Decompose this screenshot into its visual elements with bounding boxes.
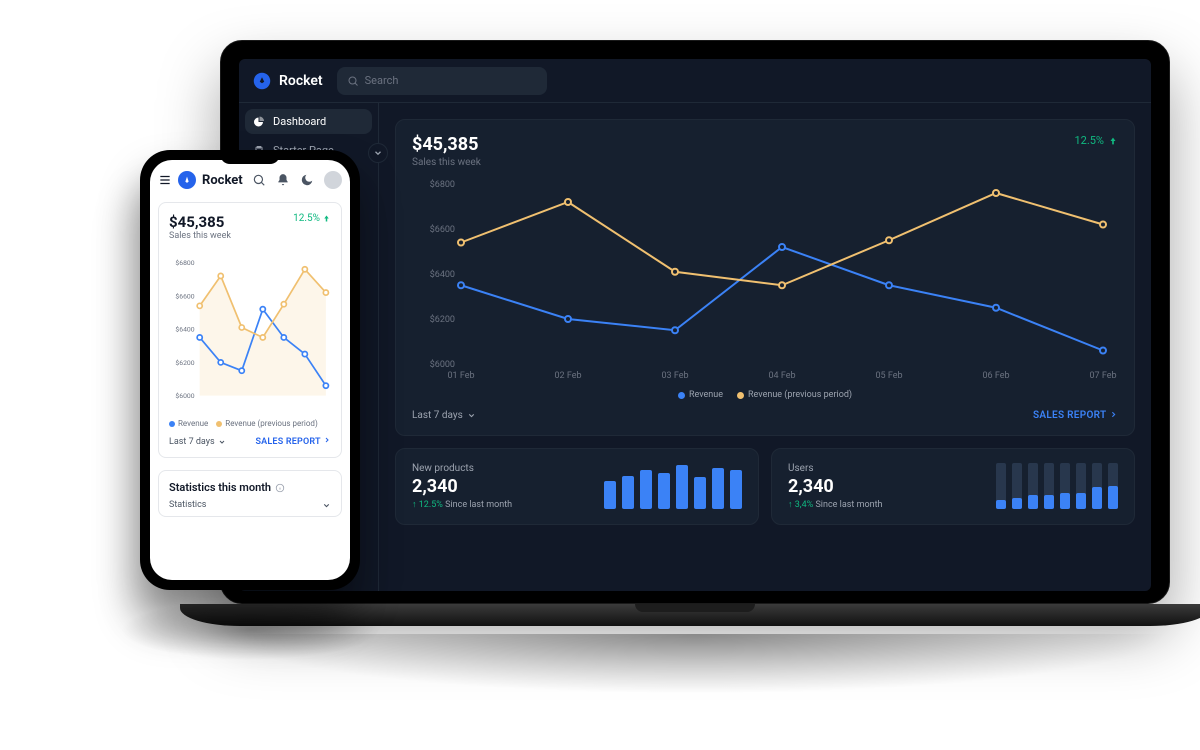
- info-icon[interactable]: [275, 483, 285, 493]
- svg-text:$6800: $6800: [175, 259, 194, 267]
- stat-title: Users: [788, 463, 882, 474]
- rocket-logo-icon: [178, 171, 196, 189]
- sales-delta: 12.5%: [293, 213, 331, 224]
- brand-name: Rocket: [279, 73, 323, 89]
- bell-icon[interactable]: [276, 173, 290, 187]
- chevron-down-icon: [467, 411, 476, 420]
- arrow-up-icon: [322, 214, 331, 223]
- chevron-right-icon: [1109, 410, 1118, 419]
- menu-icon[interactable]: [158, 173, 172, 187]
- stats-select[interactable]: Statistics: [169, 500, 331, 510]
- stat-sub: ↑ 12.5% Since last month: [412, 499, 512, 510]
- sales-delta: 12.5%: [1074, 134, 1118, 147]
- legend-revenue: Revenue: [678, 390, 723, 400]
- topbar: Rocket Search: [239, 59, 1151, 103]
- search-placeholder: Search: [365, 74, 399, 87]
- legend-prev: Revenue (previous period): [737, 390, 852, 400]
- svg-text:$6600: $6600: [430, 224, 455, 235]
- laptop-device: Rocket Search Dashboard Starter Page: [220, 40, 1170, 694]
- mobile-statistics-card: Statistics this month Statistics: [158, 470, 342, 517]
- stats-heading: Statistics this month: [169, 481, 331, 494]
- svg-text:02 Feb: 02 Feb: [554, 371, 581, 381]
- pie-icon: [253, 116, 265, 128]
- mobile-sales-chart: $6000 $6200 $6400 $6600 $6800: [169, 245, 331, 415]
- svg-text:04 Feb: 04 Feb: [768, 371, 795, 381]
- svg-text:$6000: $6000: [430, 359, 455, 370]
- chevron-right-icon: [323, 436, 331, 444]
- search-icon[interactable]: [252, 173, 266, 187]
- laptop-bezel: Rocket Search Dashboard Starter Page: [220, 40, 1170, 604]
- phone-shadow: [120, 600, 380, 660]
- legend-prev: Revenue (previous period): [216, 419, 317, 428]
- sales-subtitle: Sales this week: [169, 231, 231, 241]
- rocket-logo-icon: [253, 72, 271, 90]
- sales-chart: $6000 $6200 $6400 $6600 $6800 01 Feb 02 Feb 03 …: [412, 176, 1118, 386]
- stat-sub: ↑ 3,4% Since last month: [788, 499, 882, 510]
- stat-value: 2,340: [788, 476, 882, 497]
- svg-text:$6000: $6000: [175, 392, 194, 400]
- chevron-down-icon: [218, 438, 226, 446]
- svg-text:06 Feb: 06 Feb: [982, 371, 1009, 381]
- phone-screen: Rocket $45,385 Sales this week 12.5%: [150, 160, 350, 580]
- chevron-down-icon: [322, 501, 331, 510]
- users-sparkline: [996, 463, 1118, 509]
- svg-text:01 Feb: 01 Feb: [447, 371, 474, 381]
- chart-legend: Revenue Revenue (previous period): [412, 390, 1118, 400]
- products-sparkline: [604, 463, 742, 509]
- laptop-screen: Rocket Search Dashboard Starter Page: [239, 59, 1151, 591]
- main: $45,385 Sales this week 12.5% $6000 $6200…: [379, 103, 1151, 591]
- svg-text:$6200: $6200: [175, 359, 194, 367]
- users-card: Users 2,340 ↑ 3,4% Since last month: [771, 448, 1135, 525]
- chevron-down-icon: [373, 148, 383, 158]
- avatar[interactable]: [324, 171, 342, 189]
- brand[interactable]: Rocket: [253, 72, 323, 90]
- svg-text:$6800: $6800: [430, 179, 455, 190]
- svg-text:$6600: $6600: [175, 292, 194, 300]
- svg-text:03 Feb: 03 Feb: [661, 371, 688, 381]
- brand-name: Rocket: [202, 173, 243, 188]
- moon-icon[interactable]: [300, 173, 314, 187]
- svg-text:05 Feb: 05 Feb: [875, 371, 902, 381]
- sales-card: $45,385 Sales this week 12.5% $6000 $6200…: [395, 119, 1135, 436]
- sales-amount: $45,385: [412, 134, 481, 155]
- sales-report-link[interactable]: SALES REPORT: [1033, 410, 1118, 421]
- svg-text:$6400: $6400: [175, 326, 194, 334]
- stats-row: New products 2,340 ↑ 12.5% Since last mo…: [395, 448, 1135, 525]
- mobile-topbar: Rocket: [150, 160, 350, 196]
- svg-text:$6200: $6200: [430, 314, 455, 325]
- sidebar-item-label: Dashboard: [273, 115, 326, 128]
- arrow-up-icon: [1108, 136, 1118, 146]
- sales-report-link[interactable]: SALES REPORT: [255, 436, 331, 447]
- sales-amount: $45,385: [169, 213, 231, 231]
- svg-text:$6400: $6400: [430, 269, 455, 280]
- sidebar-collapse-button[interactable]: [368, 143, 388, 163]
- mobile-sales-card: $45,385 Sales this week 12.5% $6000 $6200…: [158, 202, 342, 458]
- search-input[interactable]: Search: [337, 67, 547, 95]
- stat-value: 2,340: [412, 476, 512, 497]
- phone-device: Rocket $45,385 Sales this week 12.5%: [140, 150, 360, 590]
- range-select[interactable]: Last 7 days: [412, 410, 476, 421]
- sidebar-item-dashboard[interactable]: Dashboard: [245, 109, 372, 134]
- sales-subtitle: Sales this week: [412, 157, 481, 168]
- range-select[interactable]: Last 7 days: [169, 437, 226, 447]
- mobile-legend: Revenue Revenue (previous period): [169, 419, 331, 428]
- svg-text:07 Feb: 07 Feb: [1089, 371, 1116, 381]
- stat-title: New products: [412, 463, 512, 474]
- legend-revenue: Revenue: [169, 419, 208, 428]
- search-icon: [347, 75, 359, 87]
- new-products-card: New products 2,340 ↑ 12.5% Since last mo…: [395, 448, 759, 525]
